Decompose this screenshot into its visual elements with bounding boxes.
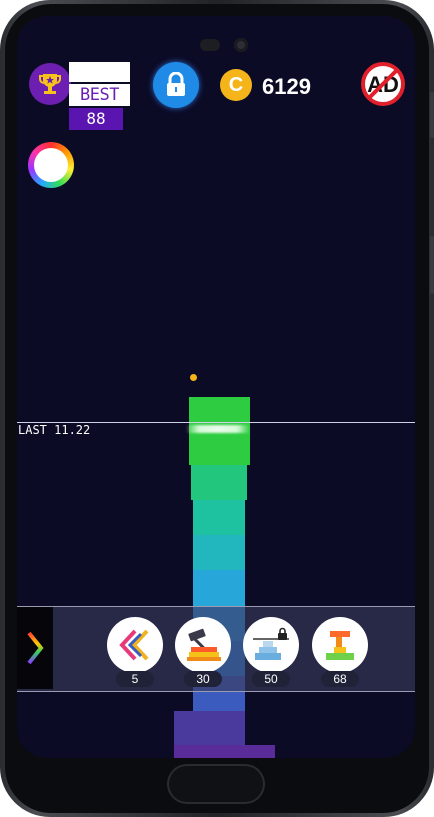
powerup-button[interactable] — [107, 617, 163, 673]
locked-stairs-icon — [253, 627, 289, 660]
powerup-double-chevron[interactable]: 5 — [107, 617, 163, 687]
no-ads-icon: AD — [361, 62, 405, 106]
coin-balance: 6129 — [262, 74, 311, 99]
front-camera — [234, 38, 248, 52]
hammer-icon — [187, 628, 221, 661]
tower-block — [191, 465, 247, 500]
double-chevron-icon — [119, 629, 149, 661]
best-panel — [69, 62, 130, 82]
tower-block — [193, 535, 245, 570]
collapse-tab[interactable] — [17, 607, 53, 689]
power-button — [430, 236, 434, 294]
best-score: 88 — [69, 108, 123, 130]
powerup-locked-stairs[interactable]: 50 — [243, 617, 299, 687]
last-score-label: LAST 11.22 — [18, 423, 91, 437]
chevron-right-icon — [27, 631, 44, 665]
powerup-button[interactable] — [175, 617, 231, 673]
powerup-button[interactable] — [243, 617, 299, 673]
blocks-icon — [326, 631, 354, 660]
ball — [190, 374, 197, 381]
tower-block — [174, 745, 275, 758]
powerup-hammer[interactable]: 30 — [175, 617, 231, 687]
home-button[interactable] — [167, 764, 265, 804]
coin-icon: C — [220, 69, 252, 101]
color-theme-button[interactable] — [28, 142, 74, 188]
powerup-count: 30 — [184, 671, 222, 687]
powerup-count: 5 — [116, 671, 154, 687]
powerup-button[interactable] — [312, 617, 368, 673]
remove-ads-button[interactable]: AD — [360, 61, 406, 107]
powerup-blocks[interactable]: 68 — [312, 617, 368, 687]
tower-block — [193, 500, 245, 535]
tower-block — [174, 711, 245, 745]
color-theme-center — [34, 148, 68, 182]
lock-icon — [167, 72, 185, 96]
trophy-icon — [29, 63, 71, 105]
best-label: BEST — [69, 84, 130, 106]
earpiece-speaker — [200, 39, 220, 51]
powerup-count: 50 — [252, 671, 290, 687]
tower-block — [193, 570, 245, 606]
volume-button — [430, 92, 434, 138]
unlock-button[interactable] — [153, 62, 199, 108]
block-glow — [186, 425, 250, 433]
powerup-count: 68 — [321, 671, 359, 687]
